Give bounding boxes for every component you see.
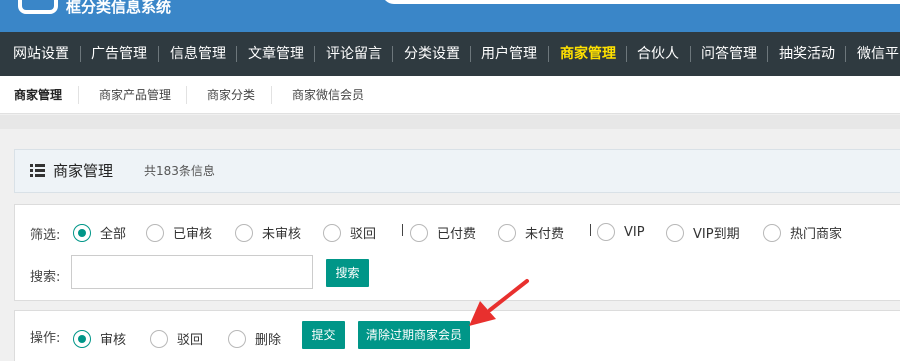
subnav-item-merchants[interactable]: 商家管理 xyxy=(14,76,62,114)
nav-item-partners[interactable]: 合伙人 xyxy=(637,32,679,76)
nav-divider xyxy=(845,46,846,62)
main-nav: 网站设置 广告管理 信息管理 文章管理 评论留言 分类设置 用户管理 商家管理 … xyxy=(0,32,900,76)
content-top-strip xyxy=(0,115,900,129)
nav-item-info[interactable]: 信息管理 xyxy=(170,32,226,76)
action-option-reject[interactable]: 驳回 xyxy=(150,329,203,348)
filter-option-hot-merchants[interactable]: 热门商家 xyxy=(763,223,842,242)
radio-icon xyxy=(150,329,168,348)
radio-icon xyxy=(666,223,684,242)
record-count: 共183条信息 xyxy=(144,164,215,178)
filter-option-approved[interactable]: 已审核 xyxy=(146,223,212,242)
nav-item-merchants[interactable]: 商家管理 xyxy=(560,32,616,76)
filter-divider xyxy=(590,224,591,236)
filter-option-unpaid[interactable]: 未付费 xyxy=(498,223,564,242)
subnav-item-merchant-categories[interactable]: 商家分类 xyxy=(207,76,255,114)
nav-item-articles[interactable]: 文章管理 xyxy=(248,32,304,76)
subnav-item-products[interactable]: 商家产品管理 xyxy=(99,76,171,114)
radio-icon xyxy=(146,223,164,242)
nav-item-lottery[interactable]: 抽奖活动 xyxy=(779,32,835,76)
filter-option-paid[interactable]: 已付费 xyxy=(410,223,476,242)
nav-item-users[interactable]: 用户管理 xyxy=(481,32,537,76)
search-input[interactable] xyxy=(71,255,313,289)
radio-checked-icon xyxy=(73,223,91,242)
nav-divider xyxy=(548,46,549,62)
nav-divider xyxy=(690,46,691,62)
radio-icon xyxy=(410,223,428,242)
filter-option-vip-expired[interactable]: VIP到期 xyxy=(666,223,740,242)
nav-item-categories[interactable]: 分类设置 xyxy=(404,32,460,76)
filter-option-pending[interactable]: 未审核 xyxy=(235,223,301,242)
panel-header: 商家管理 共183条信息 xyxy=(14,149,900,193)
action-label: 操作: xyxy=(30,331,61,346)
action-section: 操作: 审核 驳回 删除 提交 清除过期商家会员 xyxy=(14,310,900,361)
filter-label: 筛选: xyxy=(30,228,61,243)
top-header: 框分类信息系统 xyxy=(0,0,900,32)
nav-divider xyxy=(314,46,315,62)
nav-item-comments[interactable]: 评论留言 xyxy=(326,32,382,76)
search-button[interactable]: 搜索 xyxy=(326,259,369,287)
nav-item-ads[interactable]: 广告管理 xyxy=(91,32,147,76)
subnav-divider xyxy=(78,86,79,104)
subnav-divider xyxy=(271,86,272,104)
radio-checked-icon xyxy=(73,329,91,348)
logo-icon xyxy=(18,0,58,14)
radio-icon xyxy=(228,329,246,348)
radio-icon xyxy=(323,223,341,242)
nav-divider xyxy=(626,46,627,62)
action-option-delete[interactable]: 删除 xyxy=(228,329,281,348)
nav-divider xyxy=(470,46,471,62)
nav-item-qa[interactable]: 问答管理 xyxy=(701,32,757,76)
radio-icon xyxy=(763,223,781,242)
nav-divider xyxy=(392,46,393,62)
search-label: 搜索: xyxy=(30,270,61,285)
page-title: 商家管理 xyxy=(53,162,114,180)
site-title: 框分类信息系统 xyxy=(66,0,172,16)
filter-divider xyxy=(402,224,403,236)
nav-divider xyxy=(158,46,159,62)
subnav-item-wechat-members[interactable]: 商家微信会员 xyxy=(292,76,364,114)
nav-divider xyxy=(236,46,237,62)
filter-option-rejected[interactable]: 驳回 xyxy=(323,223,376,242)
clear-expired-members-button[interactable]: 清除过期商家会员 xyxy=(358,321,470,349)
nav-divider xyxy=(80,46,81,62)
radio-icon xyxy=(597,223,615,241)
nav-item-wechat[interactable]: 微信平台 xyxy=(857,32,900,76)
nav-item-site-settings[interactable]: 网站设置 xyxy=(13,32,69,76)
filter-section: 筛选: 全部 已审核 未审核 驳回 已付费 未付费 VIP VIP到期 热门商家… xyxy=(14,204,900,301)
submit-button[interactable]: 提交 xyxy=(302,321,345,349)
sub-nav: 商家管理 商家产品管理 商家分类 商家微信会员 xyxy=(0,76,900,114)
header-search-box[interactable] xyxy=(382,0,900,4)
radio-icon xyxy=(235,223,253,242)
action-option-approve[interactable]: 审核 xyxy=(73,329,126,348)
filter-option-vip[interactable]: VIP xyxy=(597,223,645,241)
nav-divider xyxy=(767,46,768,62)
filter-option-all[interactable]: 全部 xyxy=(73,223,126,242)
radio-icon xyxy=(498,223,516,242)
subnav-divider xyxy=(186,86,187,104)
list-icon xyxy=(30,164,45,177)
